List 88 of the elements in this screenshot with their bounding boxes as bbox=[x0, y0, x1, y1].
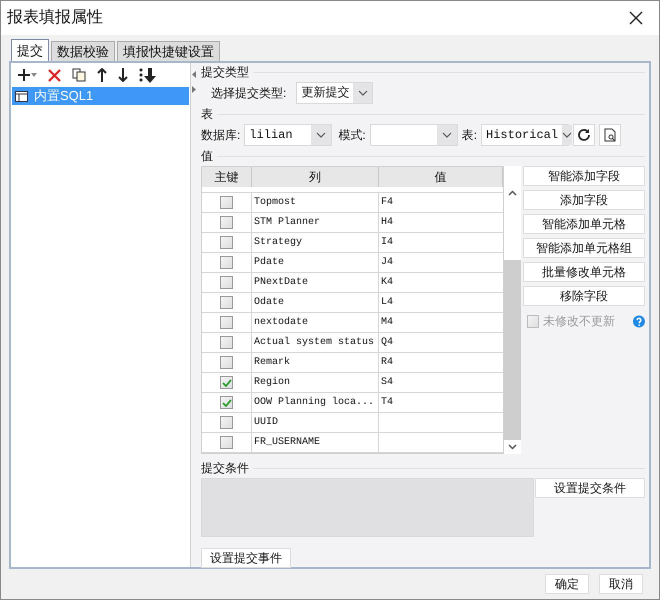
field-label: 数据库: bbox=[201, 127, 240, 144]
table-cell: STM Planner bbox=[252, 213, 379, 232]
table-cell-text: L4 bbox=[380, 296, 394, 310]
delete-icon[interactable] bbox=[48, 68, 61, 82]
checkbox[interactable] bbox=[220, 336, 233, 349]
caret-down-icon bbox=[442, 132, 452, 138]
document-search-icon bbox=[604, 128, 617, 142]
caret-down-icon bbox=[562, 132, 572, 138]
arrow-down-icon[interactable] bbox=[118, 68, 128, 82]
submit-type-dropdown[interactable]: 更新提交 bbox=[296, 82, 374, 104]
action-button[interactable]: 智能添加单元格 bbox=[523, 214, 645, 234]
set-condition-button[interactable]: 设置提交条件 bbox=[535, 478, 645, 498]
table-cell-text: K4 bbox=[380, 276, 394, 290]
ok-button[interactable]: 确定 bbox=[545, 574, 589, 594]
table-cell: Region bbox=[252, 373, 379, 392]
window-title: 报表填报属性 bbox=[7, 8, 103, 28]
table-cell-text: H4 bbox=[380, 216, 394, 230]
checkbox[interactable] bbox=[220, 376, 233, 389]
section-heading: 提交条件 bbox=[201, 460, 249, 477]
copy-icon[interactable] bbox=[72, 68, 86, 82]
section-heading: 表 bbox=[201, 106, 213, 123]
close-icon[interactable] bbox=[629, 11, 643, 25]
scrollbar[interactable] bbox=[504, 166, 521, 454]
table-cell: Remark bbox=[252, 353, 379, 372]
scroll-up-icon[interactable] bbox=[508, 190, 517, 196]
table-cell-text: R4 bbox=[380, 356, 394, 370]
field-label: 选择提交类型: bbox=[211, 85, 286, 102]
table-cell: Strategy bbox=[252, 233, 379, 252]
table-cell-text: S4 bbox=[380, 376, 394, 390]
section-heading: 提交类型 bbox=[201, 64, 249, 81]
checkbox[interactable] bbox=[220, 296, 233, 309]
field-label: 模式: bbox=[338, 127, 366, 144]
table-icon bbox=[15, 90, 28, 102]
checkbox[interactable] bbox=[220, 256, 233, 269]
scrollbar-thumb[interactable] bbox=[504, 260, 521, 440]
table-cell-text: F4 bbox=[380, 196, 394, 210]
table-cell: UUID bbox=[252, 413, 379, 432]
checkbox[interactable] bbox=[220, 216, 233, 229]
set-event-button[interactable]: 设置提交事件 bbox=[201, 548, 291, 568]
action-button[interactable]: 智能添加单元格组 bbox=[523, 238, 645, 258]
checkbox[interactable] bbox=[220, 276, 233, 289]
table-cell-text: M4 bbox=[380, 316, 394, 330]
add-icon[interactable] bbox=[17, 68, 31, 82]
caret-down-icon bbox=[358, 90, 368, 96]
table-cell: Pdate bbox=[252, 253, 379, 272]
refresh-button[interactable] bbox=[573, 124, 596, 146]
table-cell-text: T4 bbox=[380, 396, 394, 410]
checkbox[interactable] bbox=[220, 316, 233, 329]
table-cell: PNextDate bbox=[252, 273, 379, 292]
field-label: 表: bbox=[462, 127, 478, 144]
caret-down-icon bbox=[316, 132, 326, 138]
action-button[interactable]: 添加字段 bbox=[523, 190, 645, 210]
column-header: 列 bbox=[252, 167, 379, 187]
column-header: 主键 bbox=[202, 167, 252, 187]
cancel-button[interactable]: 取消 bbox=[599, 574, 643, 594]
table-cell-text: I4 bbox=[380, 236, 394, 250]
checkbox[interactable] bbox=[220, 196, 233, 209]
checkbox[interactable] bbox=[220, 356, 233, 369]
checkbox-label: 未修改不更新 bbox=[543, 313, 616, 330]
table-cell: nextodate bbox=[252, 313, 379, 332]
table-cell: Odate bbox=[252, 293, 379, 312]
arrow-up-icon[interactable] bbox=[97, 68, 107, 82]
action-button[interactable]: 移除字段 bbox=[523, 286, 645, 306]
tab[interactable]: 填报快捷键设置 bbox=[117, 41, 220, 61]
refresh-icon bbox=[577, 128, 592, 142]
table-cell-text: Q4 bbox=[380, 336, 394, 350]
scroll-down-icon[interactable] bbox=[508, 444, 517, 450]
move-to-bottom-icon[interactable] bbox=[139, 68, 157, 82]
table-cell: Topmost bbox=[252, 193, 379, 212]
help-icon[interactable] bbox=[633, 314, 645, 328]
tab[interactable]: 提交 bbox=[11, 39, 49, 61]
preview-button[interactable] bbox=[599, 124, 622, 146]
table-cell: OOW Planning loca... bbox=[252, 393, 379, 412]
table-cell-text: J4 bbox=[380, 256, 394, 270]
tab[interactable]: 数据校验 bbox=[51, 41, 115, 61]
action-button[interactable]: 批量修改单元格 bbox=[523, 262, 645, 282]
database-dropdown[interactable]: lilian bbox=[244, 124, 332, 146]
checkbox[interactable] bbox=[220, 436, 233, 449]
checkbox[interactable] bbox=[220, 236, 233, 249]
table-cell: FR_USERNAME bbox=[252, 433, 379, 452]
table-dropdown[interactable]: Historical bbox=[481, 124, 570, 146]
checkbox[interactable] bbox=[220, 396, 233, 409]
checkbox[interactable] bbox=[220, 416, 233, 429]
caret-down-icon[interactable] bbox=[31, 73, 37, 77]
section-heading: 值 bbox=[201, 148, 213, 165]
action-button[interactable]: 智能添加字段 bbox=[523, 166, 645, 186]
column-header: 值 bbox=[379, 167, 503, 187]
table-cell: Actual system status bbox=[252, 333, 379, 352]
